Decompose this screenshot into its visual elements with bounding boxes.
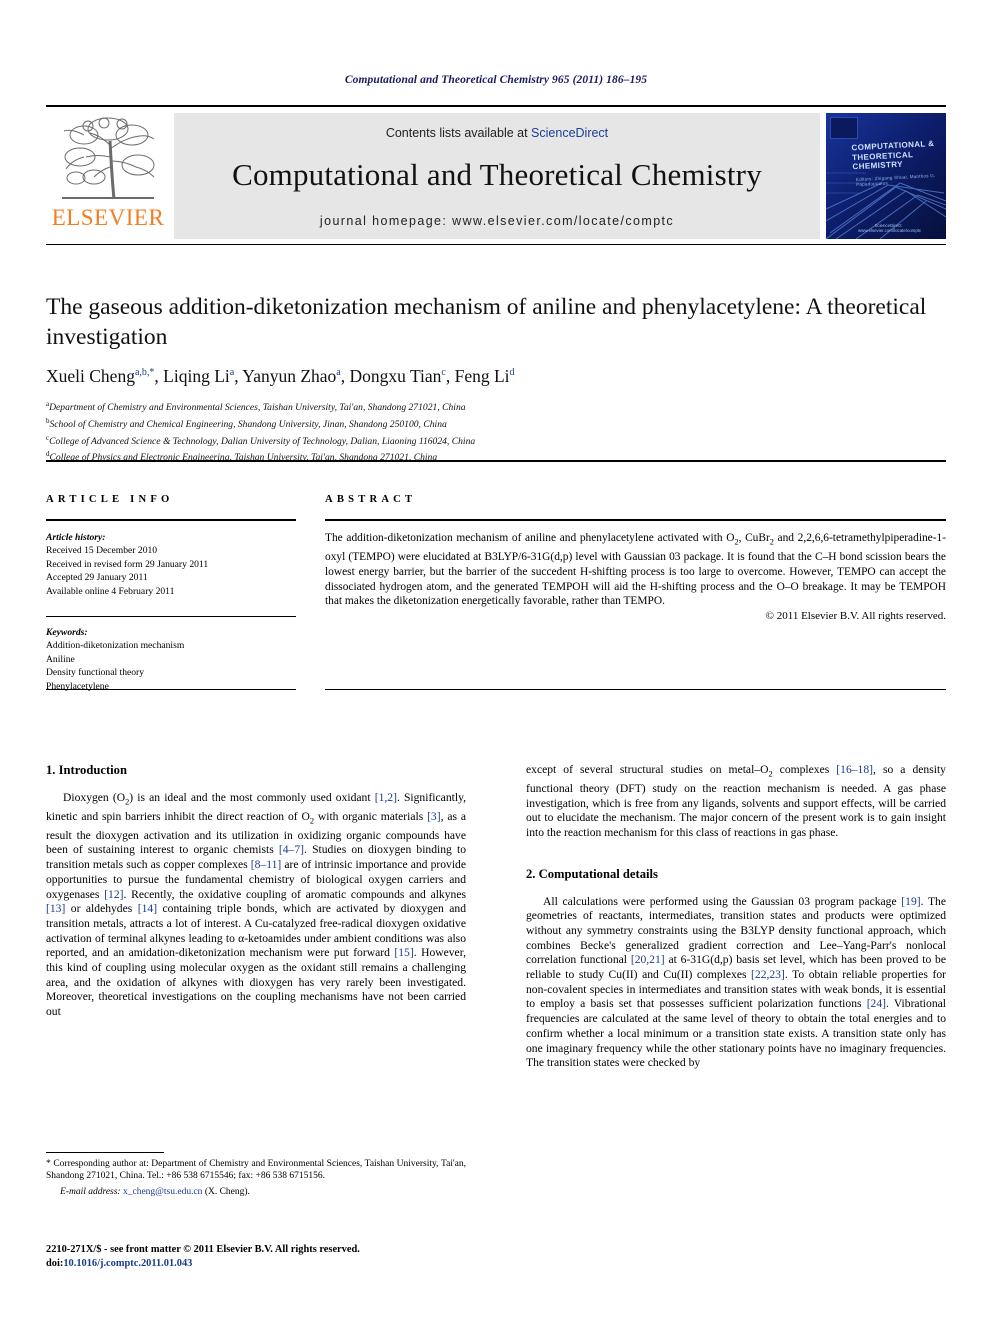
abstract-bottom-rule [325,689,946,690]
email-owner: (X. Cheng). [204,1186,250,1197]
author-list: Xueli Chenga,b,*, Liqing Lia, Yanyun Zha… [46,366,515,386]
paper-page: Computational and Theoretical Chemistry … [0,0,992,1323]
masthead-bottom-rule [46,244,946,245]
intro-paragraph-left: Dioxygen (O2) is an ideal and the most c… [46,790,467,1019]
section-heading-computational-details: 2. Computational details [526,866,658,881]
keyword-3: Phenylacetylene [46,680,109,692]
doi-line: doi:10.1016/j.comptc.2011.01.043 [46,1257,476,1271]
abstract-column: ABSTRACT The addition-diketonization mec… [325,494,946,622]
elsevier-wordmark: ELSEVIER [51,205,165,230]
email-note: E-mail address: x_cheng@tsu.edu.cn (X. C… [46,1186,466,1198]
email-label: E-mail address: [60,1186,121,1197]
running-head: Computational and Theoretical Chemistry … [344,74,648,86]
issn-block: 2210-271X/$ - see front matter © 2011 El… [46,1243,476,1270]
elsevier-logo: ELSEVIER [46,113,170,239]
article-info-bottom-rule [46,689,296,690]
body-column-left: 1. Introduction Dioxygen (O2) is an idea… [46,763,466,1020]
title-block: The gaseous addition-diketonization mech… [46,292,946,465]
article-history: Article history: Received 15 December 20… [46,531,296,598]
contents-line: Contents lists available at ScienceDirec… [174,126,820,140]
abstract-copyright: © 2011 Elsevier B.V. All rights reserved… [765,610,946,623]
keyword-0: Addition-diketonization mechanism [46,640,185,652]
body-column-right: except of several structural studies on … [526,763,946,1071]
affiliation-list: aDepartment of Chemistry and Environment… [46,400,476,464]
keywords-block: Keywords: Addition-diketonization mechan… [46,626,296,693]
history-item-3: Available online 4 February 2011 [46,585,175,597]
page-title: The gaseous addition-diketonization mech… [46,294,927,350]
history-item-2: Accepted 29 January 2011 [46,572,148,584]
history-item-1: Received in revised form 29 January 2011 [46,558,209,570]
cover-footer: ScienceDirect www.elsevier.com/locate/co… [858,223,922,233]
article-info-column: ARTICLE INFO Article history: Received 1… [46,494,296,693]
abstract-top-rule [46,460,946,462]
keyword-2: Density functional theory [46,667,145,679]
article-history-label: Article history: [46,532,106,543]
doi-link[interactable]: 10.1016/j.comptc.2011.01.043 [63,1258,192,1269]
issn-line: 2210-271X/$ - see front matter © 2011 El… [46,1244,360,1255]
footnote-rule [46,1152,164,1153]
keywords-top-rule [46,616,296,618]
section-heading-introduction: 1. Introduction [46,763,127,777]
abstract-text: The addition-diketonization mechanism of… [325,532,947,608]
elsevier-tree-icon [54,115,162,203]
keyword-1: Aniline [46,653,75,665]
journal-homepage[interactable]: journal homepage: www.elsevier.com/locat… [174,214,820,228]
email-link[interactable]: x_cheng@tsu.edu.cn [123,1187,202,1197]
journal-cover-thumbnail: COMPUTATIONAL & THEORETICAL CHEMISTRY Ed… [826,113,946,239]
history-item-0: Received 15 December 2010 [46,545,158,557]
corresponding-author-note: * Corresponding author at: Department of… [46,1159,466,1182]
journal-masthead: ELSEVIER Contents lists available at Sci… [46,105,946,240]
footnote-block: * Corresponding author at: Department of… [46,1152,466,1198]
masthead-center: Contents lists available at ScienceDirec… [174,113,820,239]
contents-prefix: Contents lists available at [385,126,532,140]
cover-publisher-badge [830,117,858,139]
journal-title: Computational and Theoretical Chemistry [232,157,762,192]
abstract-rule [325,519,946,521]
cover-title: COMPUTATIONAL & THEORETICAL CHEMISTRY [851,138,935,172]
keywords-label: Keywords: [46,627,88,639]
intro-paragraph-right: except of several structural studies on … [526,763,946,840]
abstract-label: ABSTRACT [325,494,417,505]
computational-paragraph: All calculations were performed using th… [526,894,946,1070]
doi-label: doi: [46,1257,64,1269]
article-info-label: ARTICLE INFO [46,494,174,505]
sciencedirect-link[interactable]: ScienceDirect [531,126,608,140]
article-info-rule [46,519,296,521]
